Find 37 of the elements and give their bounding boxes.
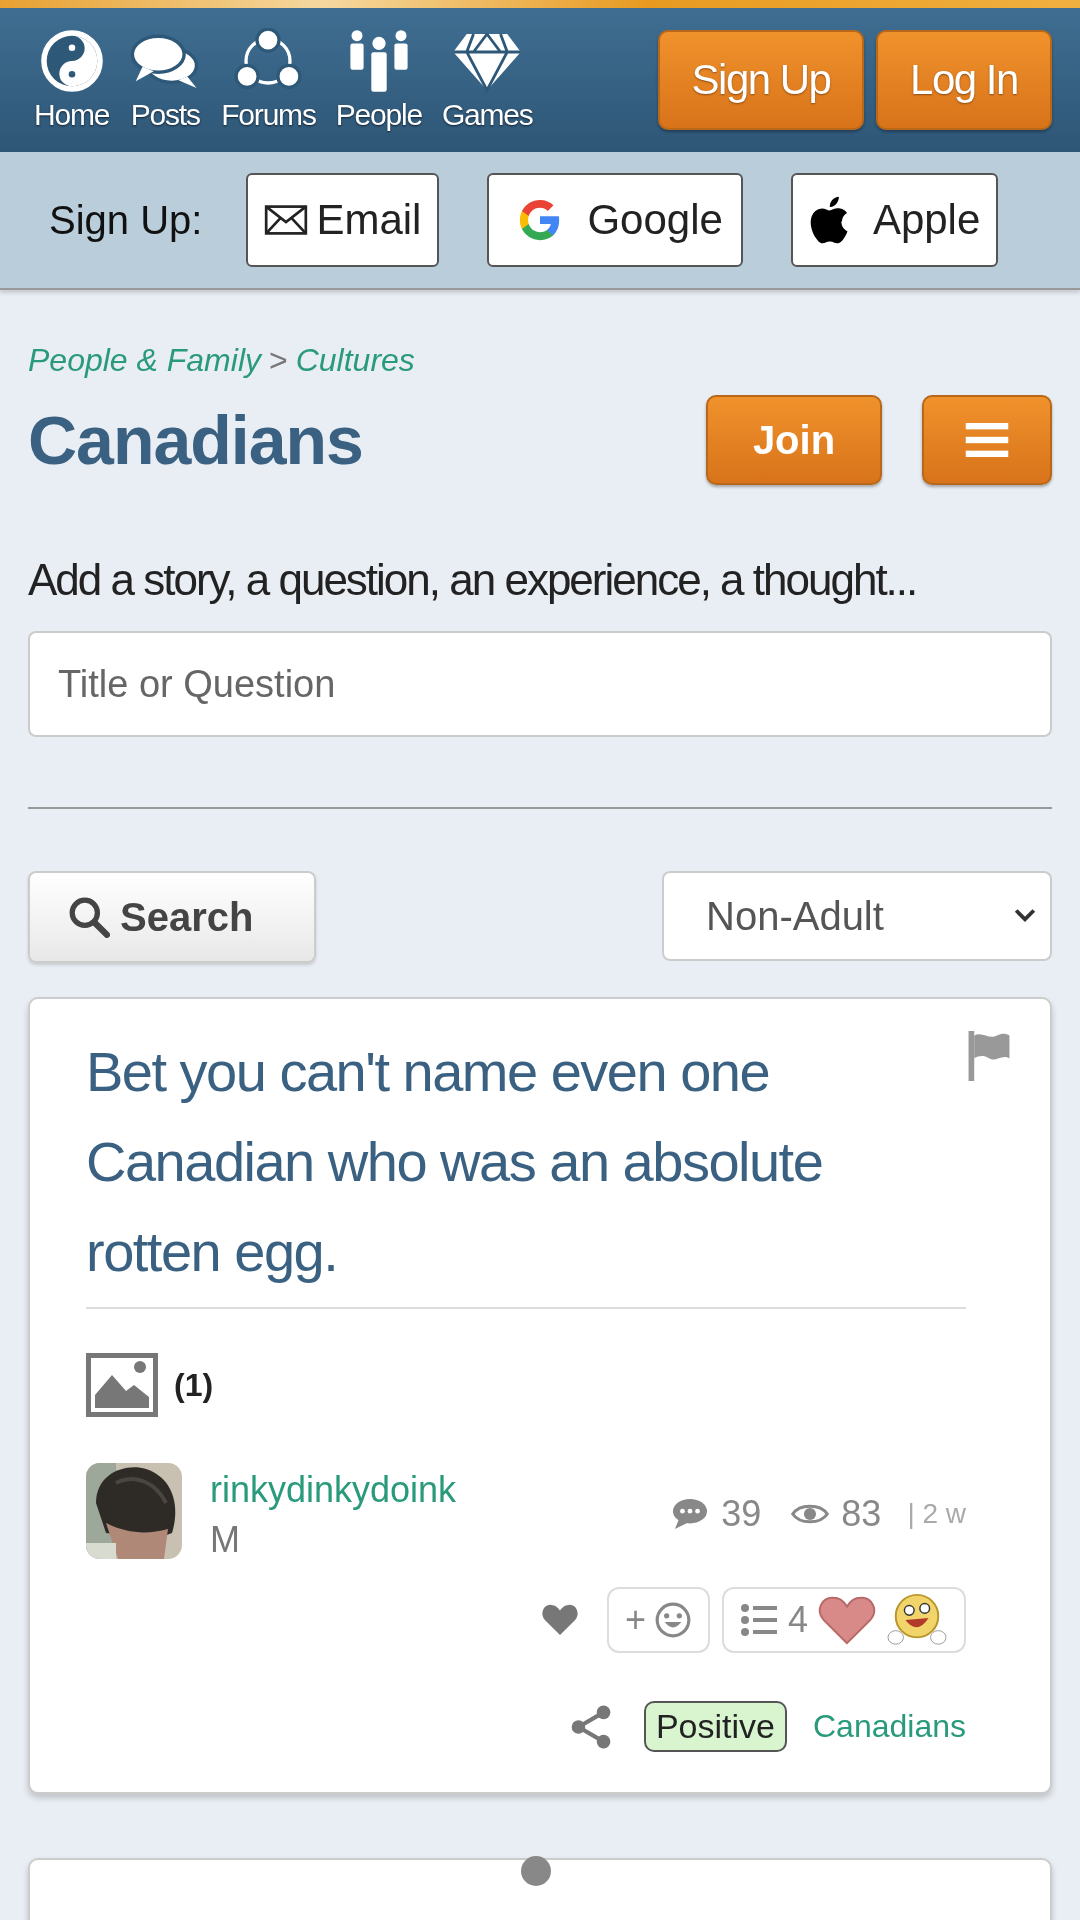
post-age: | 2 w [907, 1498, 966, 1530]
image-icon[interactable] [86, 1353, 158, 1417]
composer-prompt: Add a story, a question, an experience, a thought... [28, 555, 918, 605]
signup-button[interactable]: Email [246, 173, 440, 267]
menu-icon [965, 423, 1009, 457]
smiley-icon [653, 1601, 692, 1639]
nav-item[interactable]: People [335, 28, 422, 132]
signup-button[interactable]: Apple [790, 173, 999, 267]
menu-button[interactable] [922, 395, 1052, 485]
view-count: 83 [841, 1493, 882, 1535]
rating-dropdown[interactable]: Non-Adult [662, 871, 1052, 961]
add-reaction-button[interactable]: + [606, 1587, 710, 1653]
heart-icon[interactable] [540, 1603, 579, 1637]
search-icon [68, 896, 110, 938]
reactions-button[interactable]: 4 [721, 1587, 966, 1653]
apple-icon [808, 195, 849, 245]
envelope-icon [264, 205, 309, 235]
title-input[interactable]: Title or Question [28, 631, 1052, 737]
heart-icon [818, 1594, 876, 1646]
signup-label: Sign Up: [49, 197, 203, 243]
nav-item[interactable]: Games [441, 28, 533, 132]
list-icon [739, 1604, 778, 1636]
breadcrumb-separator: > [269, 342, 288, 379]
nav-item[interactable]: Posts [129, 28, 202, 132]
nav-item[interactable]: Forums [221, 28, 316, 132]
post-title[interactable]: Bet you can't name even one Canadian who was an absolute rotten egg. [86, 1027, 966, 1297]
signup-button[interactable]: Google [487, 173, 743, 267]
avatar-icon [521, 1856, 551, 1886]
comment-count: 39 [721, 1493, 762, 1535]
author-gender: M [210, 1519, 241, 1561]
group-title: Canadians [28, 401, 364, 479]
comment-icon [671, 1497, 710, 1531]
chevron-down-icon [1014, 908, 1036, 924]
search-button[interactable]: Search [28, 871, 316, 963]
sentiment-tag: Positive [643, 1701, 787, 1752]
image-count: (1) [174, 1366, 214, 1404]
nav-item[interactable]: Home [34, 28, 110, 132]
